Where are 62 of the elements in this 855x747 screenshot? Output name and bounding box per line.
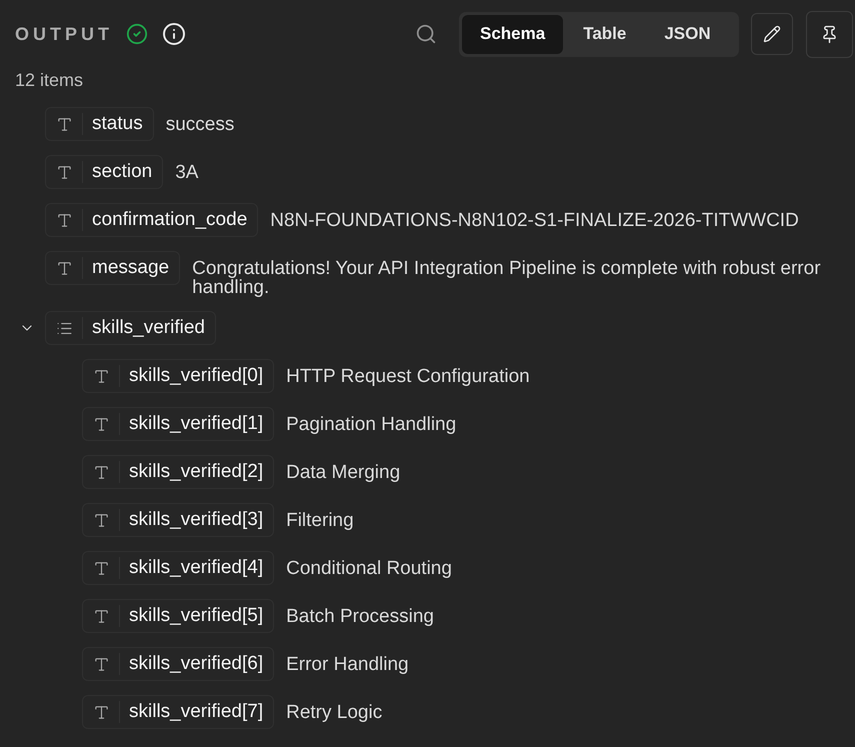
pin-icon: [820, 24, 839, 44]
view-tab[interactable]: JSON: [646, 14, 729, 54]
field-value: success: [166, 113, 236, 134]
text-type-icon: [93, 608, 110, 624]
field-key: skills_verified[5]: [120, 605, 274, 627]
field-key: status: [83, 113, 153, 135]
text-type-icon: [56, 164, 73, 180]
pencil-icon: [763, 25, 781, 43]
field-key: skills_verified[0]: [120, 365, 274, 387]
view-tab[interactable]: Table: [565, 14, 644, 54]
field-pill[interactable]: confirmation_code: [45, 203, 258, 237]
field-value: Retry Logic: [286, 701, 384, 722]
success-check-icon: [126, 23, 148, 45]
edit-button[interactable]: [751, 13, 793, 55]
field-value: Conditional Routing: [286, 557, 453, 578]
item-count: 12 items: [15, 70, 84, 90]
field-value: Error Handling: [286, 653, 410, 674]
view-tab[interactable]: Schema: [462, 14, 564, 54]
field-value: Pagination Handling: [286, 413, 458, 434]
field-key: skills_verified[7]: [120, 701, 274, 723]
info-icon: [162, 22, 186, 46]
text-type-icon: [93, 416, 110, 432]
field-pill[interactable]: skills_verified[6]: [82, 647, 274, 681]
panel-title: OUTPUT: [15, 22, 113, 46]
field-pill[interactable]: status: [45, 107, 154, 141]
text-type-icon: [93, 704, 110, 720]
text-type-icon: [56, 116, 73, 132]
field-value: HTTP Request Configuration: [286, 365, 531, 386]
field-key: skills_verified[1]: [120, 413, 274, 435]
search-icon[interactable]: [415, 23, 437, 45]
field-key: skills_verified[2]: [120, 461, 274, 483]
field-pill[interactable]: skills_verified[1]: [82, 407, 274, 441]
field-pill[interactable]: skills_verified[3]: [82, 503, 274, 537]
field-pill[interactable]: skills_verified: [45, 311, 216, 345]
field-key: skills_verified[3]: [120, 509, 274, 531]
field-key: section: [83, 161, 162, 183]
field-key: skills_verified: [83, 317, 215, 339]
field-pill[interactable]: skills_verified[0]: [82, 359, 274, 393]
text-type-icon: [93, 512, 110, 528]
field-pill[interactable]: skills_verified[4]: [82, 551, 274, 585]
text-type-icon: [56, 212, 73, 228]
field-pill[interactable]: skills_verified[5]: [82, 599, 274, 633]
pin-button[interactable]: [806, 10, 853, 58]
text-type-icon: [93, 656, 110, 672]
field-value: Filtering: [286, 509, 355, 530]
text-type-icon: [93, 368, 110, 384]
field-pill[interactable]: skills_verified[2]: [82, 455, 274, 489]
field-value: Data Merging: [286, 461, 402, 482]
field-value: Congratulations! Your API Integration Pipeline is complete with robust error handling.: [192, 257, 822, 297]
field-pill[interactable]: skills_verified[7]: [82, 695, 274, 729]
text-type-icon: [56, 260, 73, 276]
field-value: 3A: [175, 161, 200, 182]
field-key: skills_verified[4]: [120, 557, 274, 579]
text-type-icon: [93, 560, 110, 576]
field-key: message: [83, 257, 180, 279]
field-value: Batch Processing: [286, 605, 435, 626]
field-pill[interactable]: message: [45, 251, 180, 285]
field-value: N8N-FOUNDATIONS-N8N102-S1-FINALIZE-2026-TITWWCID: [270, 209, 800, 230]
field-key: confirmation_code: [83, 209, 258, 231]
text-type-icon: [93, 464, 110, 480]
field-pill[interactable]: section: [45, 155, 164, 189]
field-key: skills_verified[6]: [120, 653, 274, 675]
